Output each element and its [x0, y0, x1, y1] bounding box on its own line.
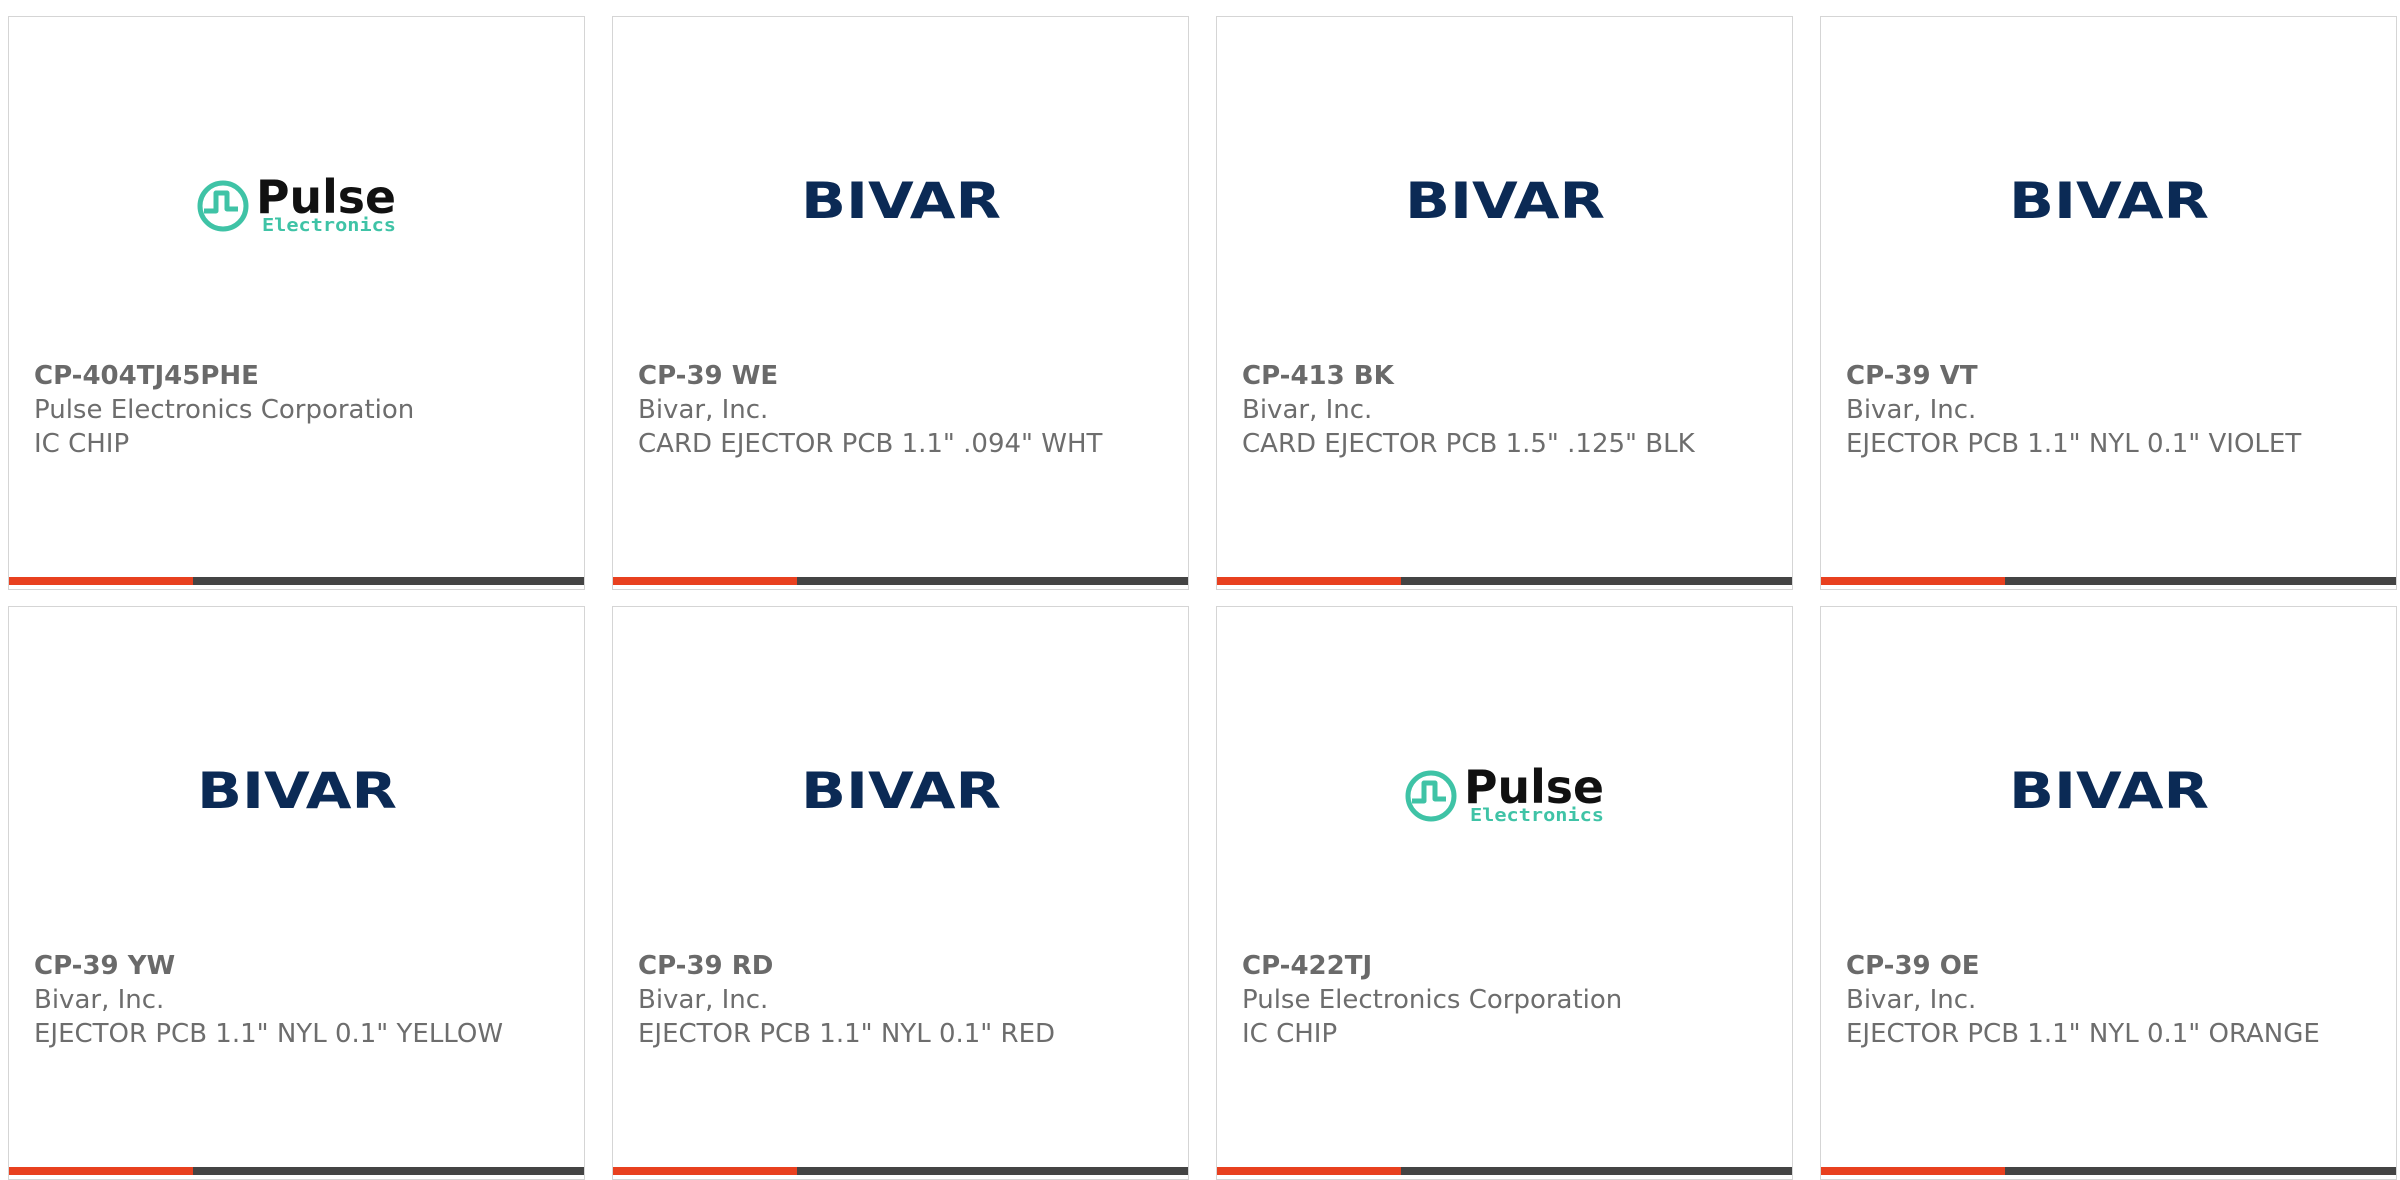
- product-info: CP-39 YW Bivar, Inc. EJECTOR PCB 1.1" NY…: [34, 949, 564, 1051]
- part-number[interactable]: CP-39 VT: [1846, 359, 2376, 393]
- card-accent-bar: [9, 1167, 584, 1175]
- product-card[interactable]: BIVAR CP-39 OE Bivar, Inc. EJECTOR PCB 1…: [1820, 606, 2397, 1180]
- logo-wordmark: BIVAR: [2009, 762, 2209, 820]
- accent-segment: [1821, 577, 2005, 585]
- manufacturer-logo: BIVAR: [9, 607, 584, 947]
- logo-wordmark: BIVAR: [1405, 172, 1605, 230]
- logo-wordmark: BIVAR: [2009, 172, 2209, 230]
- card-accent-bar: [613, 577, 1188, 585]
- product-info: CP-39 WE Bivar, Inc. CARD EJECTOR PCB 1.…: [638, 359, 1168, 461]
- pulse-logo: PulseElectronics: [1405, 760, 1604, 826]
- accent-segment: [613, 1167, 797, 1175]
- accent-segment: [613, 577, 797, 585]
- part-number[interactable]: CP-404TJ45PHE: [34, 359, 564, 393]
- product-info: CP-404TJ45PHE Pulse Electronics Corporat…: [34, 359, 564, 461]
- product-description: EJECTOR PCB 1.1" NYL 0.1" VIOLET: [1846, 429, 2302, 459]
- manufacturer-logo: BIVAR: [613, 17, 1188, 357]
- part-number[interactable]: CP-413 BK: [1242, 359, 1772, 393]
- product-description: IC CHIP: [34, 429, 130, 459]
- product-card[interactable]: Pulse Electronics CP-404TJ45PHE Pulse Ele…: [8, 16, 585, 590]
- logo-subtitle: Electronics: [1470, 805, 1604, 826]
- manufacturer-name: Pulse Electronics Corporation: [34, 395, 415, 425]
- part-number[interactable]: CP-39 RD: [638, 949, 1168, 983]
- manufacturer-name: Bivar, Inc.: [1846, 985, 1977, 1015]
- manufacturer-name: Bivar, Inc.: [34, 985, 165, 1015]
- product-info: CP-39 OE Bivar, Inc. EJECTOR PCB 1.1" NY…: [1846, 949, 2376, 1051]
- product-info: CP-422TJ Pulse Electronics Corporation I…: [1242, 949, 1772, 1051]
- accent-segment: [9, 577, 193, 585]
- bivar-logo: BIVAR: [197, 762, 397, 820]
- logo-wordmark: BIVAR: [801, 172, 1001, 230]
- part-number[interactable]: CP-39 WE: [638, 359, 1168, 393]
- product-info: CP-39 RD Bivar, Inc. EJECTOR PCB 1.1" NY…: [638, 949, 1168, 1051]
- product-description: EJECTOR PCB 1.1" NYL 0.1" RED: [638, 1019, 1056, 1049]
- bivar-logo: BIVAR: [801, 172, 1001, 230]
- product-info: CP-413 BK Bivar, Inc. CARD EJECTOR PCB 1…: [1242, 359, 1772, 461]
- product-card[interactable]: Pulse Electronics CP-422TJ Pulse Electron…: [1216, 606, 1793, 1180]
- manufacturer-name: Bivar, Inc.: [638, 395, 769, 425]
- manufacturer-logo: BIVAR: [1217, 17, 1792, 357]
- card-accent-bar: [1217, 1167, 1792, 1175]
- card-accent-bar: [1821, 577, 2396, 585]
- product-description: EJECTOR PCB 1.1" NYL 0.1" YELLOW: [34, 1019, 504, 1049]
- product-description: IC CHIP: [1242, 1019, 1338, 1049]
- manufacturer-name: Bivar, Inc.: [1242, 395, 1373, 425]
- product-card[interactable]: BIVAR CP-39 YW Bivar, Inc. EJECTOR PCB 1…: [8, 606, 585, 1180]
- bivar-logo: BIVAR: [2009, 172, 2209, 230]
- manufacturer-name: Pulse Electronics Corporation: [1242, 985, 1623, 1015]
- pulse-wave-icon: [204, 190, 238, 214]
- product-description: CARD EJECTOR PCB 1.5" .125" BLK: [1242, 429, 1695, 459]
- part-number[interactable]: CP-39 OE: [1846, 949, 2376, 983]
- part-number[interactable]: CP-39 YW: [34, 949, 564, 983]
- pulse-logo: PulseElectronics: [197, 170, 396, 236]
- bivar-logo: BIVAR: [1405, 172, 1605, 230]
- logo-wordmark: BIVAR: [197, 762, 397, 820]
- product-card[interactable]: BIVAR CP-413 BK Bivar, Inc. CARD EJECTOR…: [1216, 16, 1793, 590]
- manufacturer-name: Bivar, Inc.: [638, 985, 769, 1015]
- logo-wordmark: BIVAR: [801, 762, 1001, 820]
- manufacturer-logo: BIVAR: [1821, 17, 2396, 357]
- bivar-logo: BIVAR: [801, 762, 1001, 820]
- product-grid: Pulse Electronics CP-404TJ45PHE Pulse Ele…: [8, 16, 2397, 1180]
- part-number[interactable]: CP-422TJ: [1242, 949, 1772, 983]
- card-accent-bar: [9, 577, 584, 585]
- pulse-circle-icon: [1405, 770, 1457, 822]
- product-info: CP-39 VT Bivar, Inc. EJECTOR PCB 1.1" NY…: [1846, 359, 2376, 461]
- bivar-logo: BIVAR: [2009, 762, 2209, 820]
- accent-segment: [1217, 577, 1401, 585]
- card-accent-bar: [1217, 577, 1792, 585]
- card-accent-bar: [1821, 1167, 2396, 1175]
- product-description: EJECTOR PCB 1.1" NYL 0.1" ORANGE: [1846, 1019, 2320, 1049]
- product-description: CARD EJECTOR PCB 1.1" .094" WHT: [638, 429, 1103, 459]
- product-card[interactable]: BIVAR CP-39 VT Bivar, Inc. EJECTOR PCB 1…: [1820, 16, 2397, 590]
- product-card[interactable]: BIVAR CP-39 RD Bivar, Inc. EJECTOR PCB 1…: [612, 606, 1189, 1180]
- manufacturer-logo: Pulse Electronics: [9, 17, 584, 357]
- logo-subtitle: Electronics: [262, 215, 396, 236]
- pulse-circle-icon: [197, 180, 249, 232]
- manufacturer-logo: BIVAR: [1821, 607, 2396, 947]
- manufacturer-name: Bivar, Inc.: [1846, 395, 1977, 425]
- pulse-wave-icon: [1412, 780, 1446, 804]
- accent-segment: [1217, 1167, 1401, 1175]
- manufacturer-logo: Pulse Electronics: [1217, 607, 1792, 947]
- card-accent-bar: [613, 1167, 1188, 1175]
- manufacturer-logo: BIVAR: [613, 607, 1188, 947]
- product-card[interactable]: BIVAR CP-39 WE Bivar, Inc. CARD EJECTOR …: [612, 16, 1189, 590]
- accent-segment: [1821, 1167, 2005, 1175]
- accent-segment: [9, 1167, 193, 1175]
